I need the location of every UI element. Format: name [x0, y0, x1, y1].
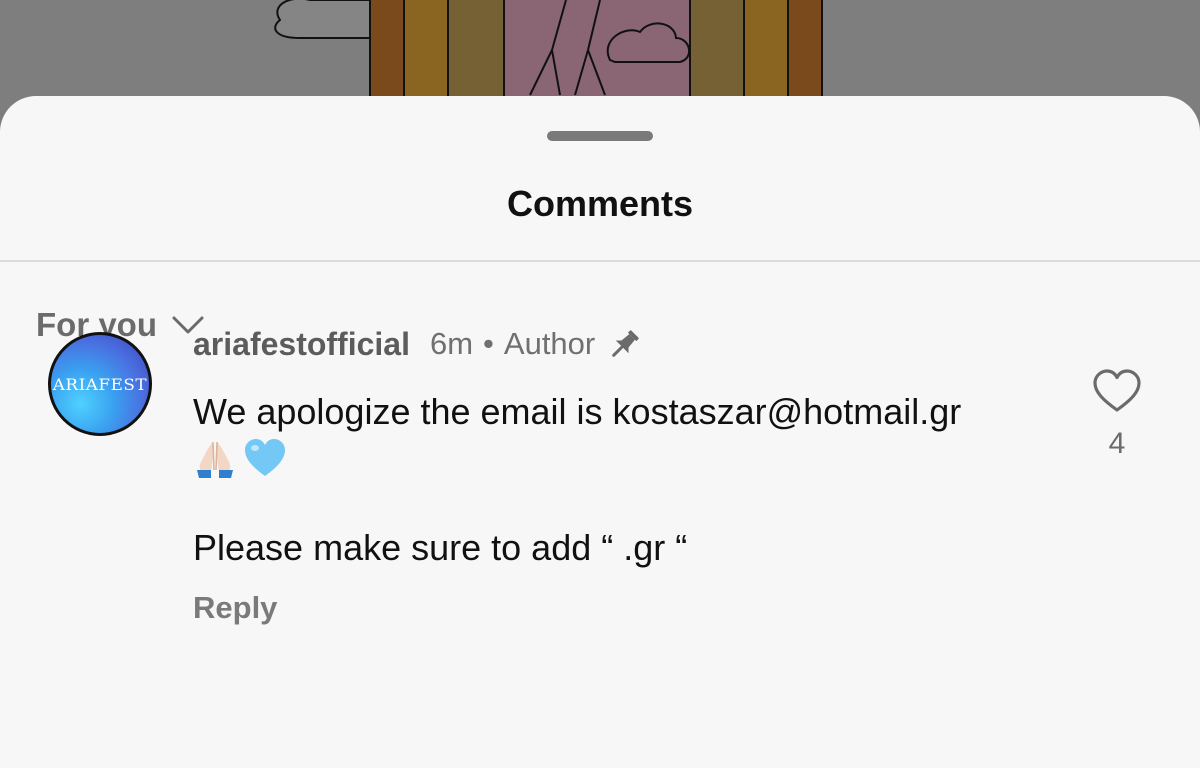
pin-icon	[607, 326, 643, 362]
like-count: 4	[1108, 427, 1126, 460]
header-divider	[0, 260, 1200, 262]
comment-username[interactable]: ariafestofficial	[193, 326, 410, 363]
reply-button[interactable]: Reply	[193, 588, 277, 628]
folded-hands-icon	[193, 436, 237, 480]
post-image-background	[0, 0, 1200, 110]
sheet-drag-handle[interactable]	[547, 131, 653, 141]
heart-icon[interactable]	[1092, 368, 1142, 414]
meta-separator: •	[483, 326, 494, 361]
author-badge: Author	[503, 326, 596, 361]
comment-text-line: Please make sure to add “ .gr “	[193, 527, 688, 568]
like-control: 4	[1090, 368, 1144, 462]
comment-emojis	[193, 436, 1053, 480]
comment-header: ariafestofficial 6m • Author	[193, 322, 643, 366]
comment-timestamp: 6m	[429, 326, 474, 361]
sheet-title: Comments	[506, 183, 694, 224]
avatar-image: ARIAFEST	[51, 335, 149, 433]
avatar-logo-text: ARIAFEST	[52, 374, 148, 394]
comment-text-line: We apologize the email is kostaszar@hotm…	[193, 391, 962, 432]
light-blue-heart-icon	[243, 436, 287, 480]
avatar[interactable]: ARIAFEST	[48, 332, 152, 436]
comment-text: We apologize the email is kostaszar@hotm…	[193, 390, 1053, 480]
